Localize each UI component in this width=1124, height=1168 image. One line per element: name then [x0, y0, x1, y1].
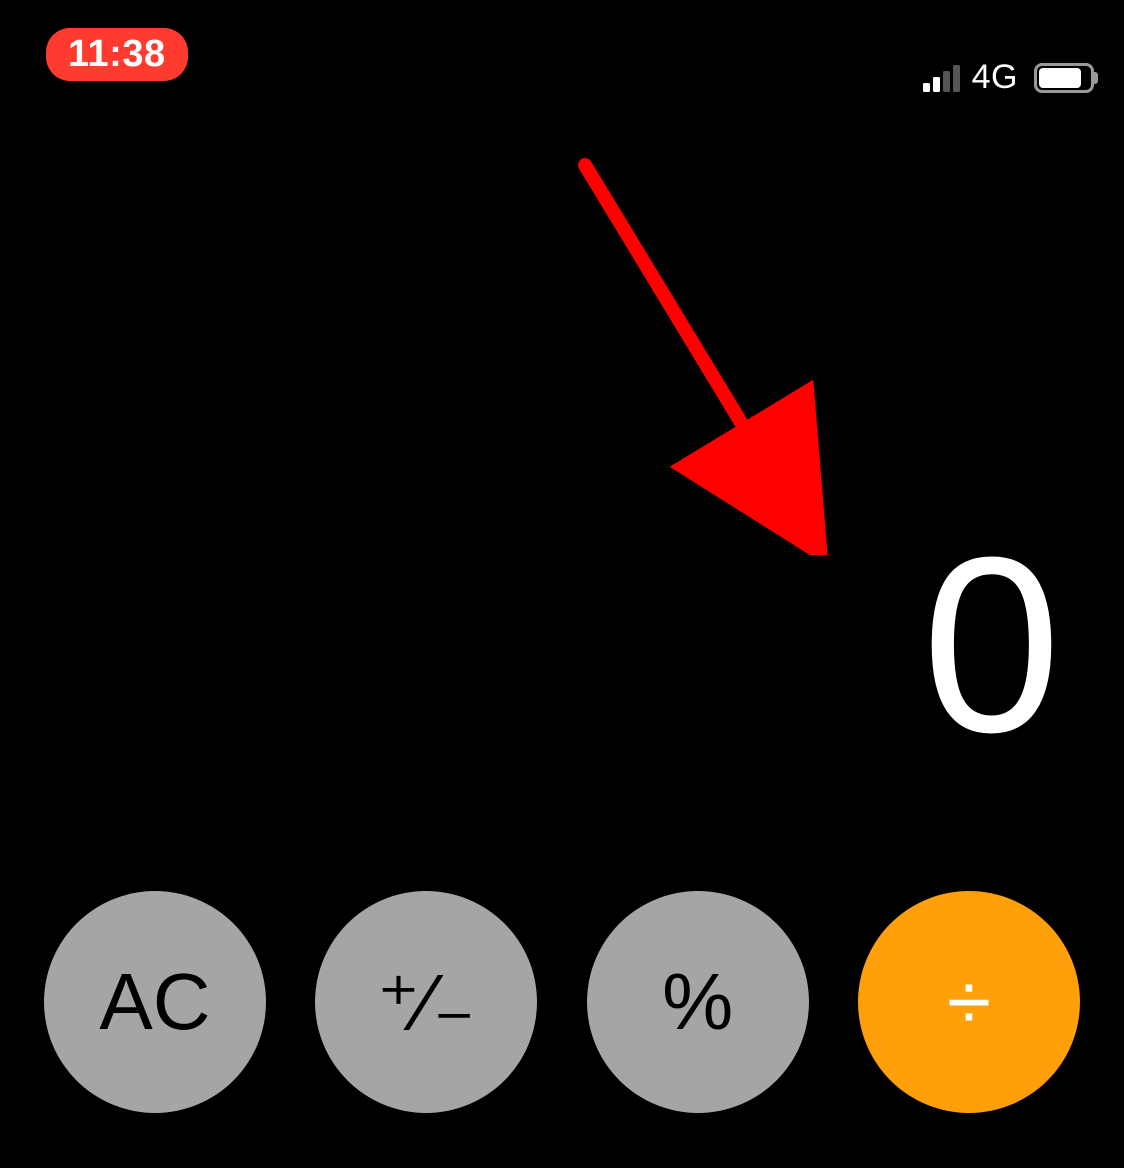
clear-button[interactable]: AC: [44, 891, 266, 1113]
annotation-arrow-icon: [575, 155, 835, 555]
calculator-display[interactable]: 0: [40, 520, 1059, 770]
divide-button[interactable]: ÷: [858, 891, 1080, 1113]
sign-toggle-button[interactable]: ⁺∕₋: [315, 891, 537, 1113]
network-type-label: 4G: [972, 58, 1018, 97]
status-right-cluster: 4G: [923, 58, 1094, 97]
cellular-signal-icon: [923, 64, 960, 92]
status-bar: 11:38 4G: [0, 0, 1124, 100]
calculator-keypad-row: AC ⁺∕₋ % ÷: [44, 891, 1080, 1113]
time-recording-badge[interactable]: 11:38: [46, 28, 188, 81]
battery-icon: [1034, 63, 1094, 93]
battery-fill: [1039, 68, 1081, 88]
percent-button[interactable]: %: [587, 891, 809, 1113]
